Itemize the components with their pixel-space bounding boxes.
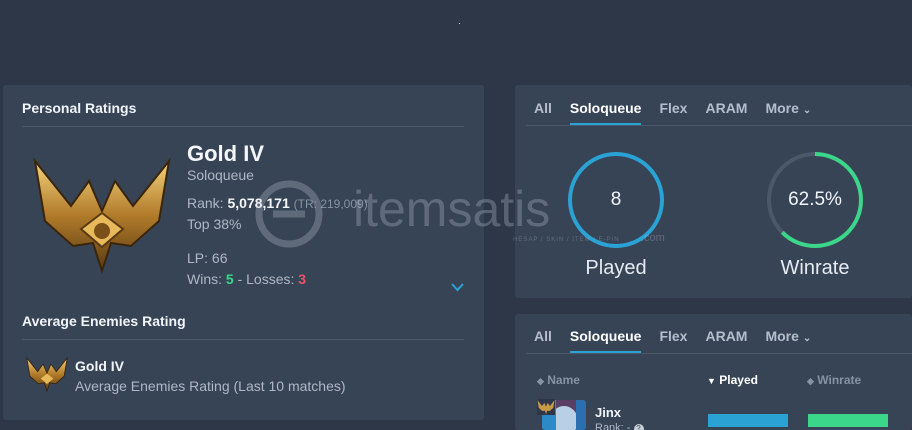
played-label: Played xyxy=(585,257,647,279)
sort-icon: ◆ xyxy=(537,376,544,386)
col-played-header[interactable]: ▼ Played xyxy=(707,373,758,387)
divider xyxy=(526,353,912,354)
champion-name[interactable]: Jinx xyxy=(595,405,621,420)
tab-more-label: More xyxy=(765,328,799,344)
rank-badge-icon xyxy=(537,399,555,415)
personal-ratings-card: Personal Ratings Gold IV Soloqueue Rank:… xyxy=(3,85,484,420)
chevron-down-icon: ⌄ xyxy=(802,333,812,344)
average-enemies-title: Average Enemies Rating xyxy=(22,313,186,329)
winrate-value: 62.5% xyxy=(788,189,842,210)
winrate-label: Winrate xyxy=(780,257,850,279)
gold-emblem-small-icon xyxy=(26,356,68,393)
tab-soloqueue[interactable]: Soloqueue xyxy=(569,328,641,353)
col-name-label: Name xyxy=(547,373,580,387)
losses-value: 3 xyxy=(298,271,307,287)
winrate-bar xyxy=(808,414,888,427)
top-percent: Top 38% xyxy=(187,216,242,232)
col-winrate-label: Winrate xyxy=(817,373,862,387)
tab-soloqueue[interactable]: Soloqueue xyxy=(569,100,641,125)
champion-rank: Rank: - ? xyxy=(595,422,644,430)
queue-tabs: All Soloqueue Flex ARAM More ⌄ xyxy=(534,100,829,125)
sort-desc-icon: ▼ xyxy=(707,376,716,386)
col-name-header[interactable]: ◆ Name xyxy=(537,373,580,387)
divider xyxy=(22,339,464,340)
tab-more-label: More xyxy=(765,100,799,116)
champion-rank-text: Rank: - xyxy=(595,422,631,430)
wins-label: Wins: xyxy=(187,271,222,287)
rank-position: Rank: 5,078,171 (TR: 219,009) xyxy=(187,195,368,211)
enemies-rank: Gold IV xyxy=(75,358,124,374)
tab-flex[interactable]: Flex xyxy=(659,328,687,344)
queue-stats-card: All Soloqueue Flex ARAM More ⌄ 8 Played … xyxy=(515,85,912,298)
tab-aram[interactable]: ARAM xyxy=(705,328,747,344)
rank-title: Gold IV xyxy=(187,141,264,166)
stray-pixel xyxy=(459,23,460,24)
divider xyxy=(526,125,912,126)
separator: - xyxy=(237,271,243,287)
chevron-down-icon: ⌄ xyxy=(802,105,812,116)
tab-aram[interactable]: ARAM xyxy=(705,100,747,116)
queue-tabs-2: All Soloqueue Flex ARAM More ⌄ xyxy=(534,328,829,353)
expand-chevron-icon[interactable] xyxy=(451,283,464,292)
champion-stats-card: All Soloqueue Flex ARAM More ⌄ ◆ Name ▼ … xyxy=(515,314,912,430)
personal-ratings-title: Personal Ratings xyxy=(22,100,137,116)
losses-label: Losses: xyxy=(246,271,295,287)
tab-flex[interactable]: Flex xyxy=(659,100,687,116)
divider xyxy=(22,126,464,127)
tab-more[interactable]: More ⌄ xyxy=(765,328,811,344)
wins-value: 5 xyxy=(225,271,234,287)
tab-more[interactable]: More ⌄ xyxy=(765,100,811,116)
played-bar xyxy=(708,414,788,427)
tr-value: (TR: 219,009) xyxy=(293,197,368,211)
queue-label: Soloqueue xyxy=(187,167,254,183)
tab-all[interactable]: All xyxy=(534,328,552,344)
lp-value: LP: 66 xyxy=(187,250,228,266)
enemies-subtitle: Average Enemies Rating (Last 10 matches) xyxy=(75,378,346,394)
col-winrate-header[interactable]: ◆ Winrate xyxy=(807,373,861,387)
help-icon[interactable]: ? xyxy=(633,424,644,430)
rank-position-label: Rank: xyxy=(187,195,224,211)
tab-all[interactable]: All xyxy=(534,100,552,116)
rank-position-value: 5,078,171 xyxy=(227,195,290,211)
sort-icon: ◆ xyxy=(807,376,814,386)
gold-emblem-icon xyxy=(33,157,171,275)
col-played-label: Played xyxy=(719,373,758,387)
played-value: 8 xyxy=(610,189,622,210)
win-loss: Wins: 5 - Losses: 3 xyxy=(187,271,306,287)
